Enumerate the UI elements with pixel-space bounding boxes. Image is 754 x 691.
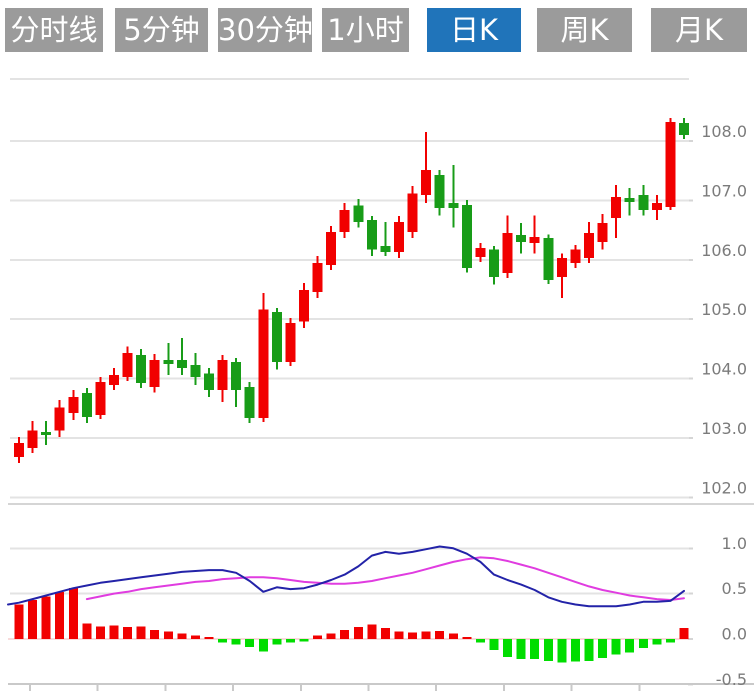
candle-body [204, 373, 214, 390]
period-tabbar: 分时线 5分钟 30分钟 1小时 日K 周K 月K [0, 8, 754, 52]
candle-body [475, 248, 485, 257]
candle-body [136, 355, 146, 383]
candle-body [557, 258, 567, 277]
tab-daily-k[interactable]: 日K [427, 8, 521, 52]
price-axis-label: 108.0 [701, 122, 747, 141]
candle-body [435, 175, 445, 208]
candle-body [299, 290, 309, 321]
candle-body [543, 238, 553, 280]
macd-histogram [15, 588, 689, 662]
tab-timeline[interactable]: 分时线 [5, 8, 103, 52]
candle-body [55, 408, 65, 431]
candle-body [272, 312, 282, 362]
candle-body [340, 210, 350, 232]
candle-body [68, 397, 78, 413]
candle-body [530, 237, 540, 243]
candle-body [123, 353, 133, 377]
candle-body [584, 233, 594, 258]
y-axis-labels: 108.0 107.0 106.0 105.0 104.0 103.0 102.0 1.0 0.… [701, 122, 747, 689]
candle-body [625, 198, 635, 202]
candle-body [489, 250, 499, 277]
candle-wick [534, 215, 536, 253]
candle-body [652, 203, 662, 210]
candle-wick [452, 165, 454, 228]
tab-monthly-k[interactable]: 月K [651, 8, 747, 52]
price-axis-label: 106.0 [701, 241, 747, 260]
candle-body [190, 365, 200, 377]
candle-body [448, 203, 458, 208]
price-axis-label: 102.0 [701, 478, 747, 497]
candle-body [611, 197, 621, 218]
candle-body [638, 195, 648, 210]
gridlines [30, 141, 693, 691]
candle-body [408, 193, 418, 232]
candle-body [82, 393, 92, 417]
candle-body [41, 432, 51, 435]
candle-body [679, 123, 689, 135]
candle-body [14, 443, 24, 457]
candle-body [258, 310, 268, 418]
candle-wick [167, 343, 169, 375]
candle-body [570, 250, 580, 263]
tab-5min[interactable]: 5分钟 [115, 8, 208, 52]
candle-body [665, 122, 675, 207]
macd-axis-label: -0.5 [716, 670, 747, 689]
candle-body [95, 382, 105, 415]
candle-body [421, 170, 431, 195]
candle-body [231, 362, 241, 390]
candle-body [462, 205, 472, 268]
candle-body [177, 360, 187, 368]
candle-body [326, 232, 336, 265]
tab-weekly-k[interactable]: 周K [537, 8, 632, 52]
candle-body [598, 223, 608, 242]
macd-axis-label: 0.5 [722, 579, 747, 598]
candle-wick [181, 338, 183, 375]
tab-30min[interactable]: 30分钟 [218, 8, 312, 52]
candle-body [218, 360, 228, 390]
kline-chart-canvas[interactable]: 108.0 107.0 106.0 105.0 104.0 103.0 102.0 1.0 0.… [0, 0, 754, 691]
price-axis-label: 104.0 [701, 360, 747, 379]
candle-body [163, 360, 173, 364]
candle-body [313, 263, 323, 292]
macd-axis-label: 0.0 [722, 625, 747, 644]
price-axis-label: 105.0 [701, 300, 747, 319]
candles [14, 118, 689, 463]
candle-body [516, 235, 526, 242]
macd-axis-label: 1.0 [722, 534, 747, 553]
macd-line-dif [8, 547, 684, 607]
candle-body [285, 323, 295, 362]
tab-1hour[interactable]: 1小时 [322, 8, 409, 52]
candle-body [28, 430, 38, 448]
candle-body [109, 375, 119, 385]
candle-body [503, 233, 513, 273]
candle-body [245, 387, 255, 418]
candle-body [380, 246, 390, 252]
candle-body [394, 222, 404, 252]
candle-body [367, 220, 377, 250]
candle-body [150, 360, 160, 387]
candle-body [353, 206, 363, 222]
price-axis-label: 107.0 [701, 181, 747, 200]
price-axis-label: 103.0 [701, 419, 747, 438]
